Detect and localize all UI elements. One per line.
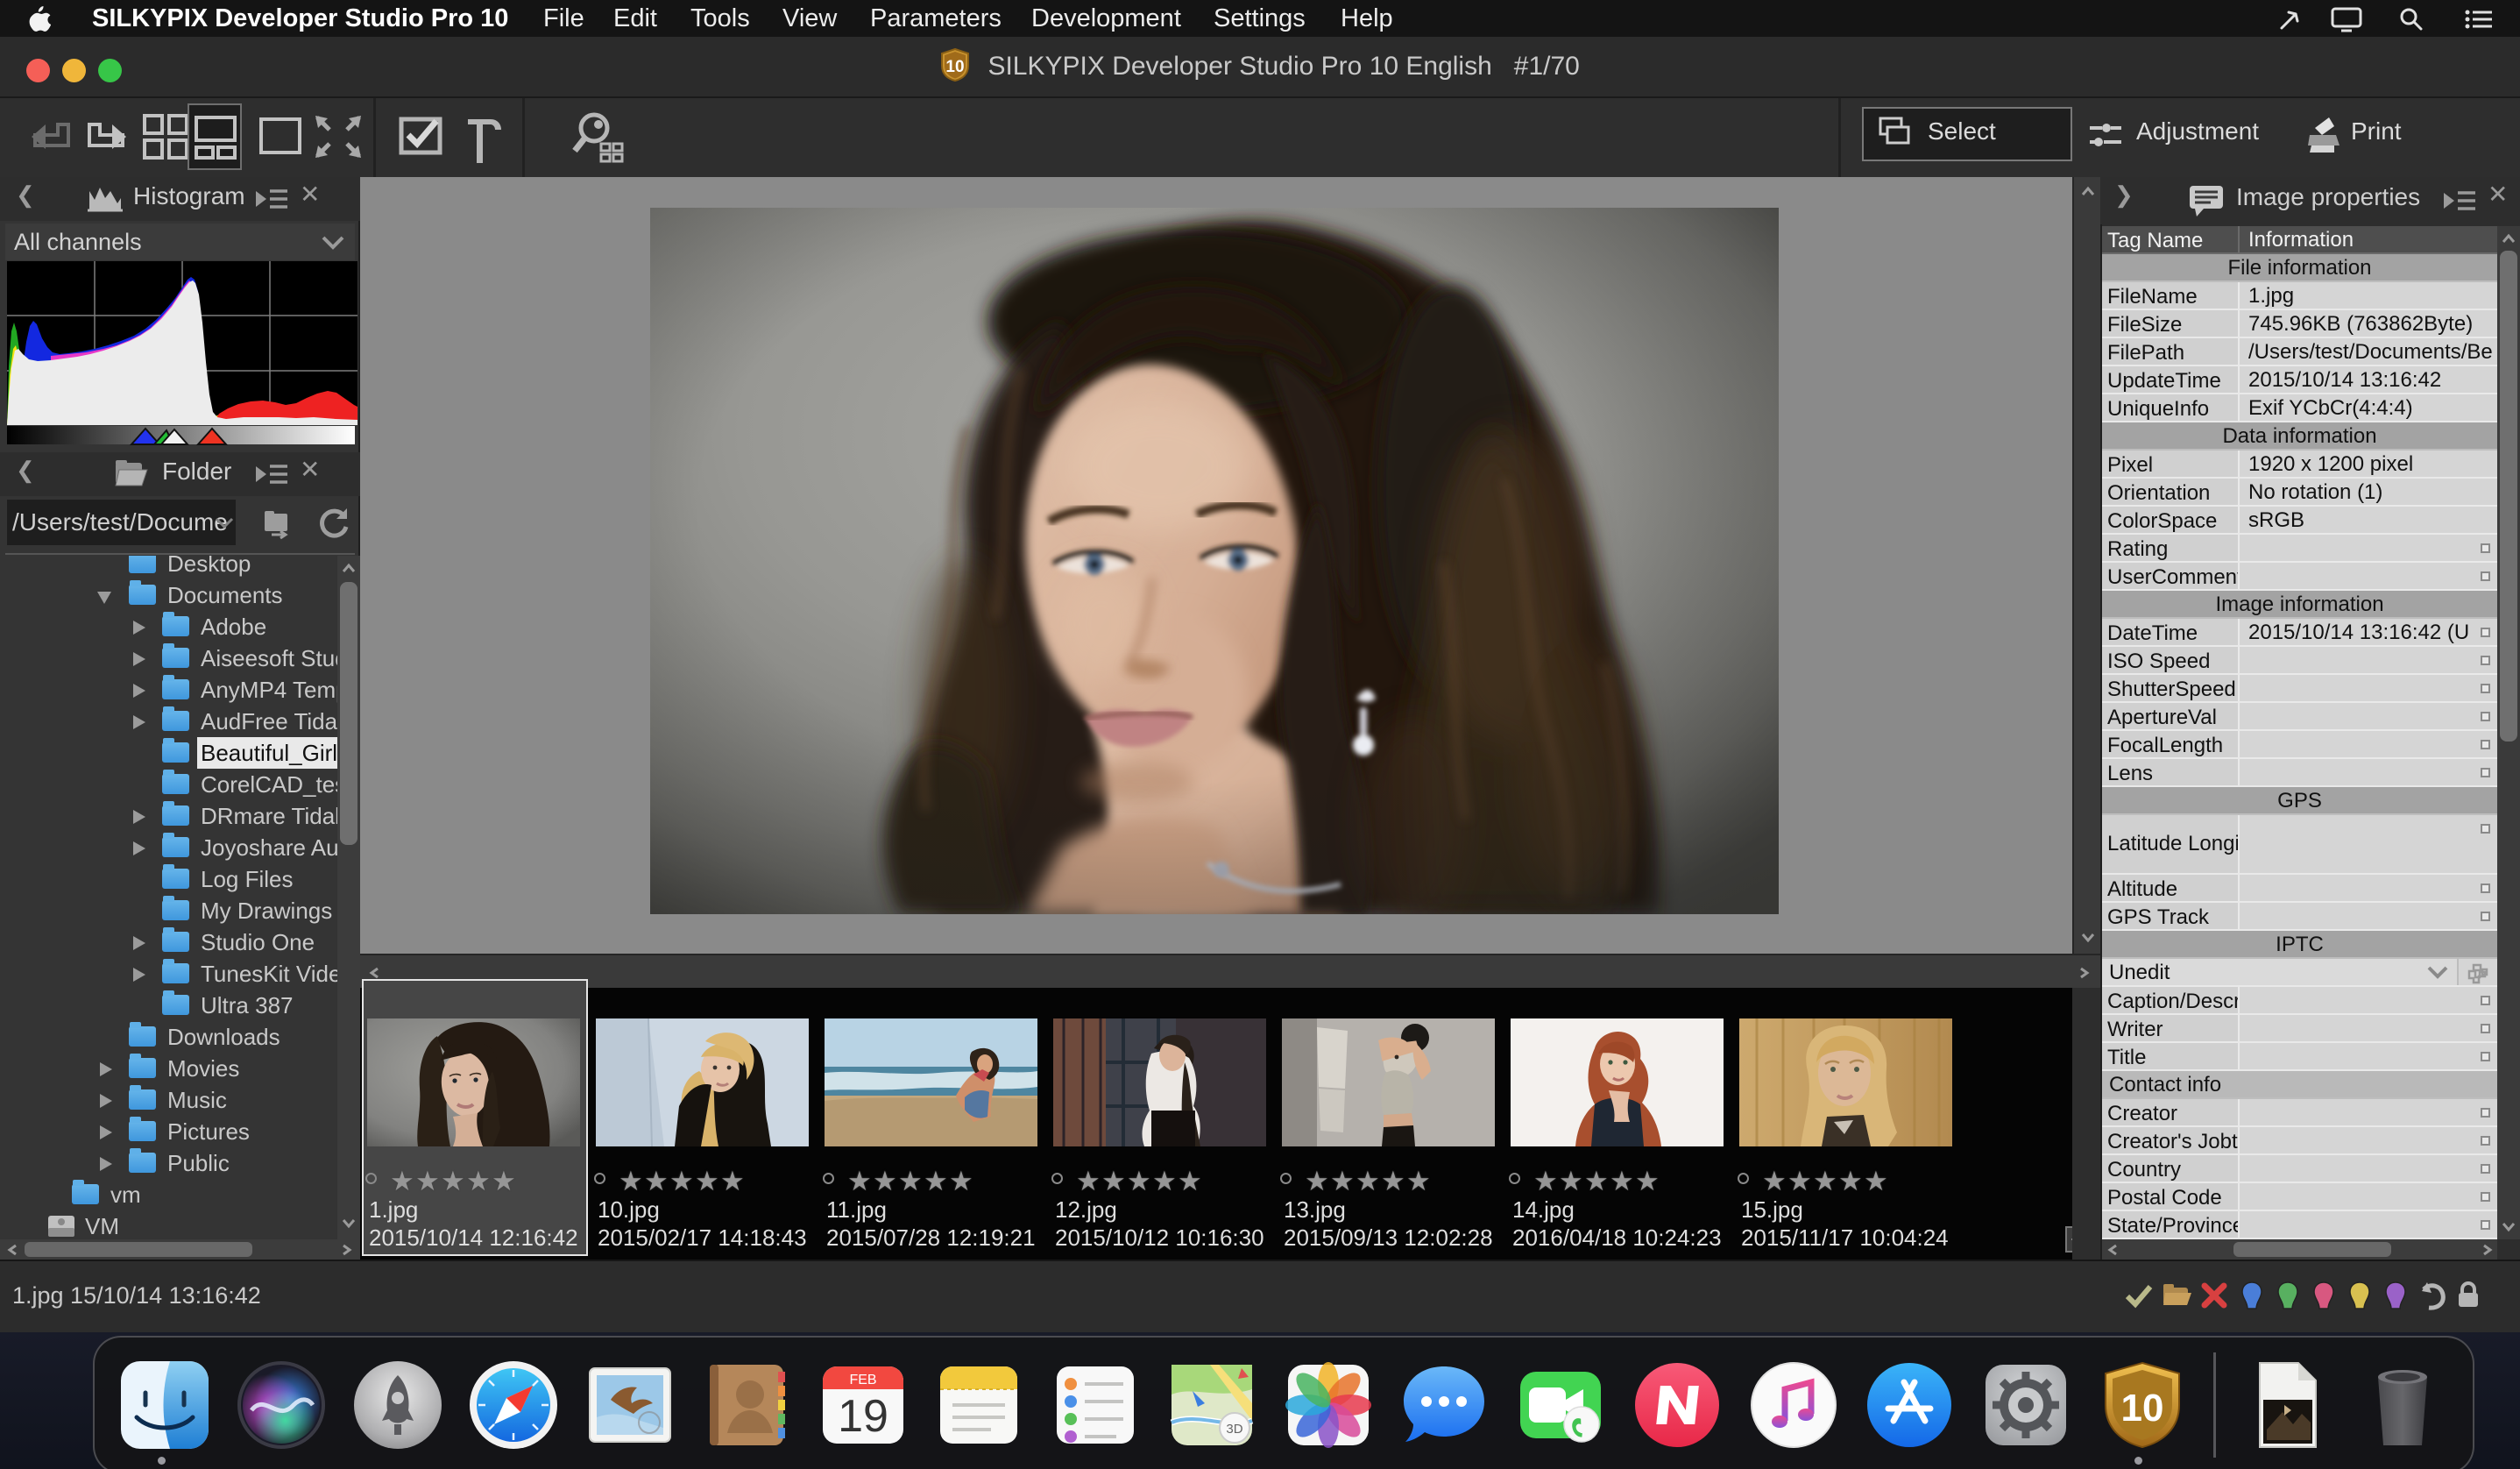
svg-text:3D: 3D xyxy=(1226,1422,1242,1437)
svg-text:10: 10 xyxy=(946,58,965,76)
svg-text:19: 19 xyxy=(838,1391,888,1442)
svg-text:10: 10 xyxy=(2120,1387,2163,1430)
svg-text:FEB: FEB xyxy=(849,1373,876,1387)
